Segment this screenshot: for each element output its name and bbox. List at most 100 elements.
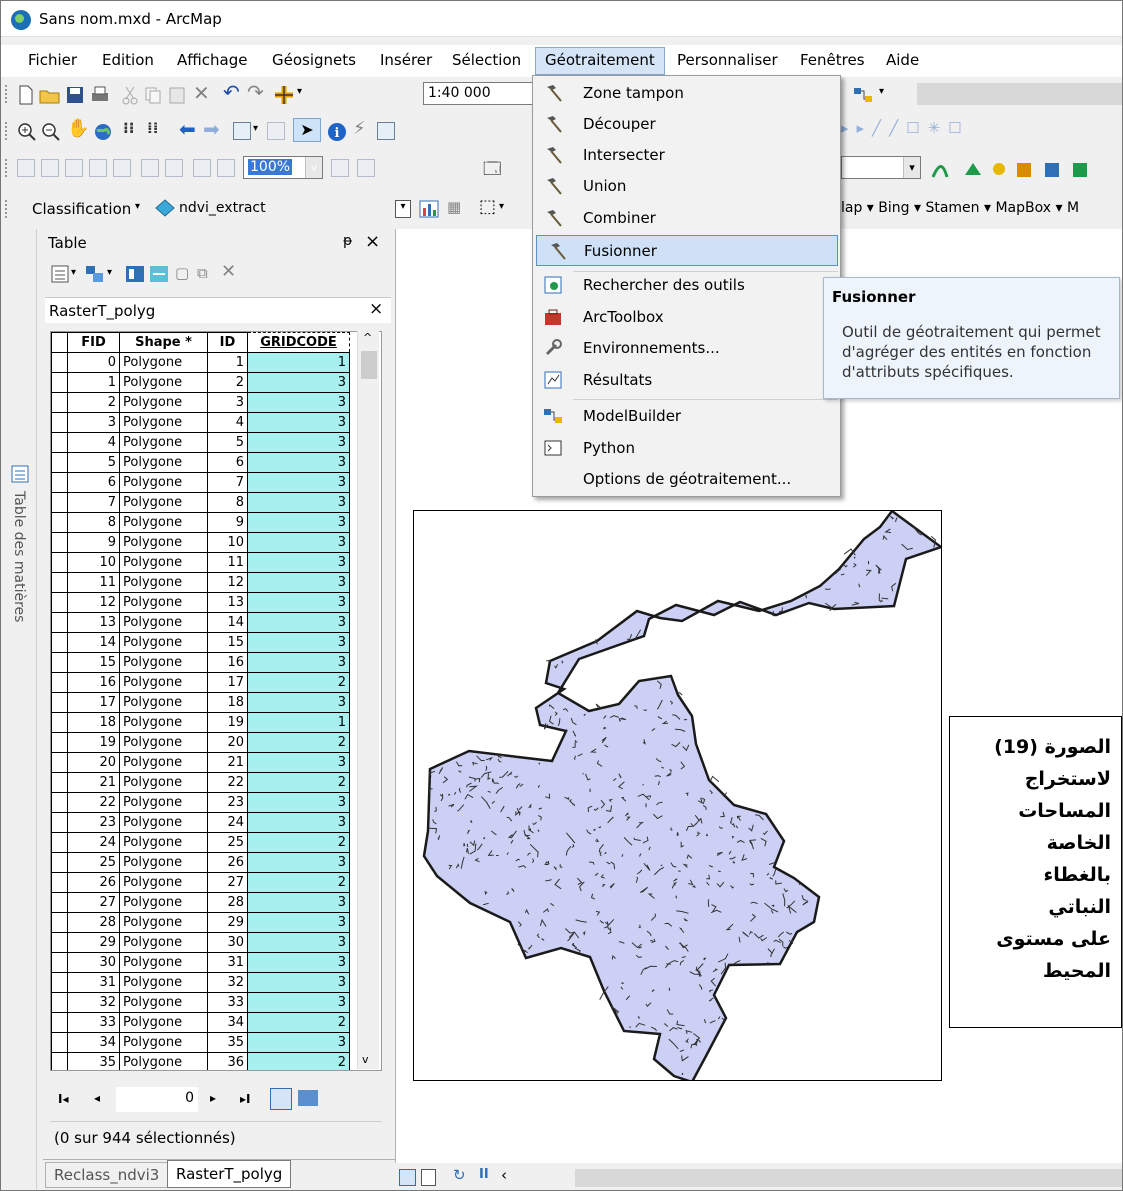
- cell-shape[interactable]: Polygone: [119, 932, 208, 953]
- cell-shape[interactable]: Polygone: [119, 672, 208, 693]
- cell-id[interactable]: 5: [207, 432, 248, 453]
- table-row[interactable]: 28 Polygone 29 3: [51, 912, 350, 933]
- cell-gridcode[interactable]: 3: [247, 412, 350, 433]
- show-all-records-icon[interactable]: [270, 1088, 292, 1110]
- cell-id[interactable]: 23: [207, 792, 248, 813]
- table-row[interactable]: 20 Polygone 21 3: [51, 752, 350, 773]
- row-selector[interactable]: [51, 592, 68, 613]
- html-popup-icon[interactable]: [377, 122, 395, 140]
- table-options-icon[interactable]: [51, 265, 69, 283]
- cell-fid[interactable]: 25: [67, 852, 120, 873]
- row-selector[interactable]: [51, 572, 68, 593]
- table-row[interactable]: 15 Polygone 16 3: [51, 652, 350, 673]
- cell-fid[interactable]: 3: [67, 412, 120, 433]
- row-selector[interactable]: [51, 612, 68, 633]
- cell-shape[interactable]: Polygone: [119, 752, 208, 773]
- cell-fid[interactable]: 19: [67, 732, 120, 753]
- row-selector[interactable]: [51, 692, 68, 713]
- menu-personnaliser[interactable]: Personnaliser: [677, 51, 778, 69]
- cell-id[interactable]: 30: [207, 932, 248, 953]
- cell-gridcode[interactable]: 3: [247, 532, 350, 553]
- cell-fid[interactable]: 22: [67, 792, 120, 813]
- cell-shape[interactable]: Polygone: [119, 432, 208, 453]
- undo-icon[interactable]: ↶: [223, 80, 240, 104]
- table-row[interactable]: 32 Polygone 33 3: [51, 992, 350, 1013]
- cell-fid[interactable]: 1: [67, 372, 120, 393]
- scroll-down-icon[interactable]: v: [362, 1053, 369, 1066]
- table-row[interactable]: 34 Polygone 35 3: [51, 1032, 350, 1053]
- save-icon[interactable]: [65, 85, 85, 105]
- cell-fid[interactable]: 32: [67, 992, 120, 1013]
- add-data-dropdown-icon[interactable]: ▾: [297, 86, 302, 97]
- zoom-to-selected-icon[interactable]: ⧉: [197, 264, 208, 282]
- classification-dropdown-icon[interactable]: ▾: [135, 201, 140, 212]
- table-tab-name[interactable]: RasterT_polyg: [49, 302, 155, 320]
- zoom-percent-combo[interactable]: 100% v: [243, 156, 323, 179]
- row-selector[interactable]: [51, 852, 68, 873]
- scroll-thumb[interactable]: [361, 351, 377, 379]
- change-layout-icon[interactable]: 🗔: [483, 156, 501, 185]
- row-selector[interactable]: [51, 932, 68, 953]
- cell-id[interactable]: 22: [207, 772, 248, 793]
- table-row[interactable]: 14 Polygone 15 3: [51, 632, 350, 653]
- row-selector[interactable]: [51, 532, 68, 553]
- scale-combo[interactable]: 1:40 000: [423, 82, 533, 105]
- table-row[interactable]: 26 Polygone 27 2: [51, 872, 350, 893]
- cell-gridcode[interactable]: 3: [247, 932, 350, 953]
- table-row[interactable]: 3 Polygone 4 3: [51, 412, 350, 433]
- column-header-shape[interactable]: Shape *: [119, 332, 208, 353]
- cell-gridcode[interactable]: 2: [247, 772, 350, 793]
- layout-combo[interactable]: ▾: [841, 156, 921, 179]
- row-selector[interactable]: [51, 732, 68, 753]
- table-row[interactable]: 21 Polygone 22 2: [51, 772, 350, 793]
- cell-gridcode[interactable]: 3: [247, 612, 350, 633]
- row-selector[interactable]: [51, 432, 68, 453]
- cell-fid[interactable]: 7: [67, 492, 120, 513]
- menu-item-rechercher-outils[interactable]: Rechercher des outils: [533, 270, 840, 301]
- cell-id[interactable]: 11: [207, 552, 248, 573]
- menu-item-modelbuilder[interactable]: ModelBuilder: [533, 401, 840, 432]
- row-selector[interactable]: [51, 1012, 68, 1033]
- cell-shape[interactable]: Polygone: [119, 792, 208, 813]
- pause-drawing-icon[interactable]: II: [479, 1167, 489, 1182]
- cell-id[interactable]: 16: [207, 652, 248, 673]
- cell-gridcode[interactable]: 3: [247, 552, 350, 573]
- row-selector[interactable]: [51, 872, 68, 893]
- row-selector[interactable]: [51, 472, 68, 493]
- row-selector[interactable]: [51, 452, 68, 473]
- table-row[interactable]: 18 Polygone 19 1: [51, 712, 350, 733]
- cell-id[interactable]: 8: [207, 492, 248, 513]
- cell-gridcode[interactable]: 2: [247, 1012, 350, 1033]
- table-row[interactable]: 5 Polygone 6 3: [51, 452, 350, 473]
- scroll-left-icon[interactable]: ‹: [501, 1166, 507, 1184]
- layout-zoom-in-icon[interactable]: [17, 159, 35, 177]
- layout-fixed-in-icon[interactable]: [141, 159, 159, 177]
- table-row[interactable]: 24 Polygone 25 2: [51, 832, 350, 853]
- row-selector[interactable]: [51, 772, 68, 793]
- cell-shape[interactable]: Polygone: [119, 612, 208, 633]
- table-of-contents-icon[interactable]: [11, 465, 29, 483]
- cell-shape[interactable]: Polygone: [119, 1012, 208, 1033]
- basemap-menus[interactable]: lap ▾ Bing ▾ Stamen ▾ MapBox ▾ M: [841, 200, 1079, 216]
- cell-gridcode[interactable]: 3: [247, 452, 350, 473]
- cell-id[interactable]: 3: [207, 392, 248, 413]
- table-row[interactable]: 8 Polygone 9 3: [51, 512, 350, 533]
- cell-gridcode[interactable]: 3: [247, 792, 350, 813]
- menu-fichier[interactable]: Fichier: [28, 51, 77, 69]
- cell-shape[interactable]: Polygone: [119, 912, 208, 933]
- zoom-100-icon[interactable]: [113, 159, 131, 177]
- table-row[interactable]: 13 Polygone 14 3: [51, 612, 350, 633]
- forward-extent-icon[interactable]: ➡: [203, 117, 220, 141]
- row-selector[interactable]: [51, 492, 68, 513]
- spatial-tools-icons[interactable]: [929, 157, 1119, 181]
- cell-fid[interactable]: 35: [67, 1052, 120, 1070]
- cell-gridcode[interactable]: 3: [247, 752, 350, 773]
- cell-shape[interactable]: Polygone: [119, 712, 208, 733]
- pan-icon[interactable]: ✋: [67, 118, 89, 139]
- menu-item-options-geotraitement[interactable]: Options de géotraitement...: [533, 464, 840, 495]
- layout-forward-icon[interactable]: [217, 159, 235, 177]
- cell-shape[interactable]: Polygone: [119, 872, 208, 893]
- row-selector[interactable]: [51, 632, 68, 653]
- cell-fid[interactable]: 29: [67, 932, 120, 953]
- cell-gridcode[interactable]: 1: [247, 712, 350, 733]
